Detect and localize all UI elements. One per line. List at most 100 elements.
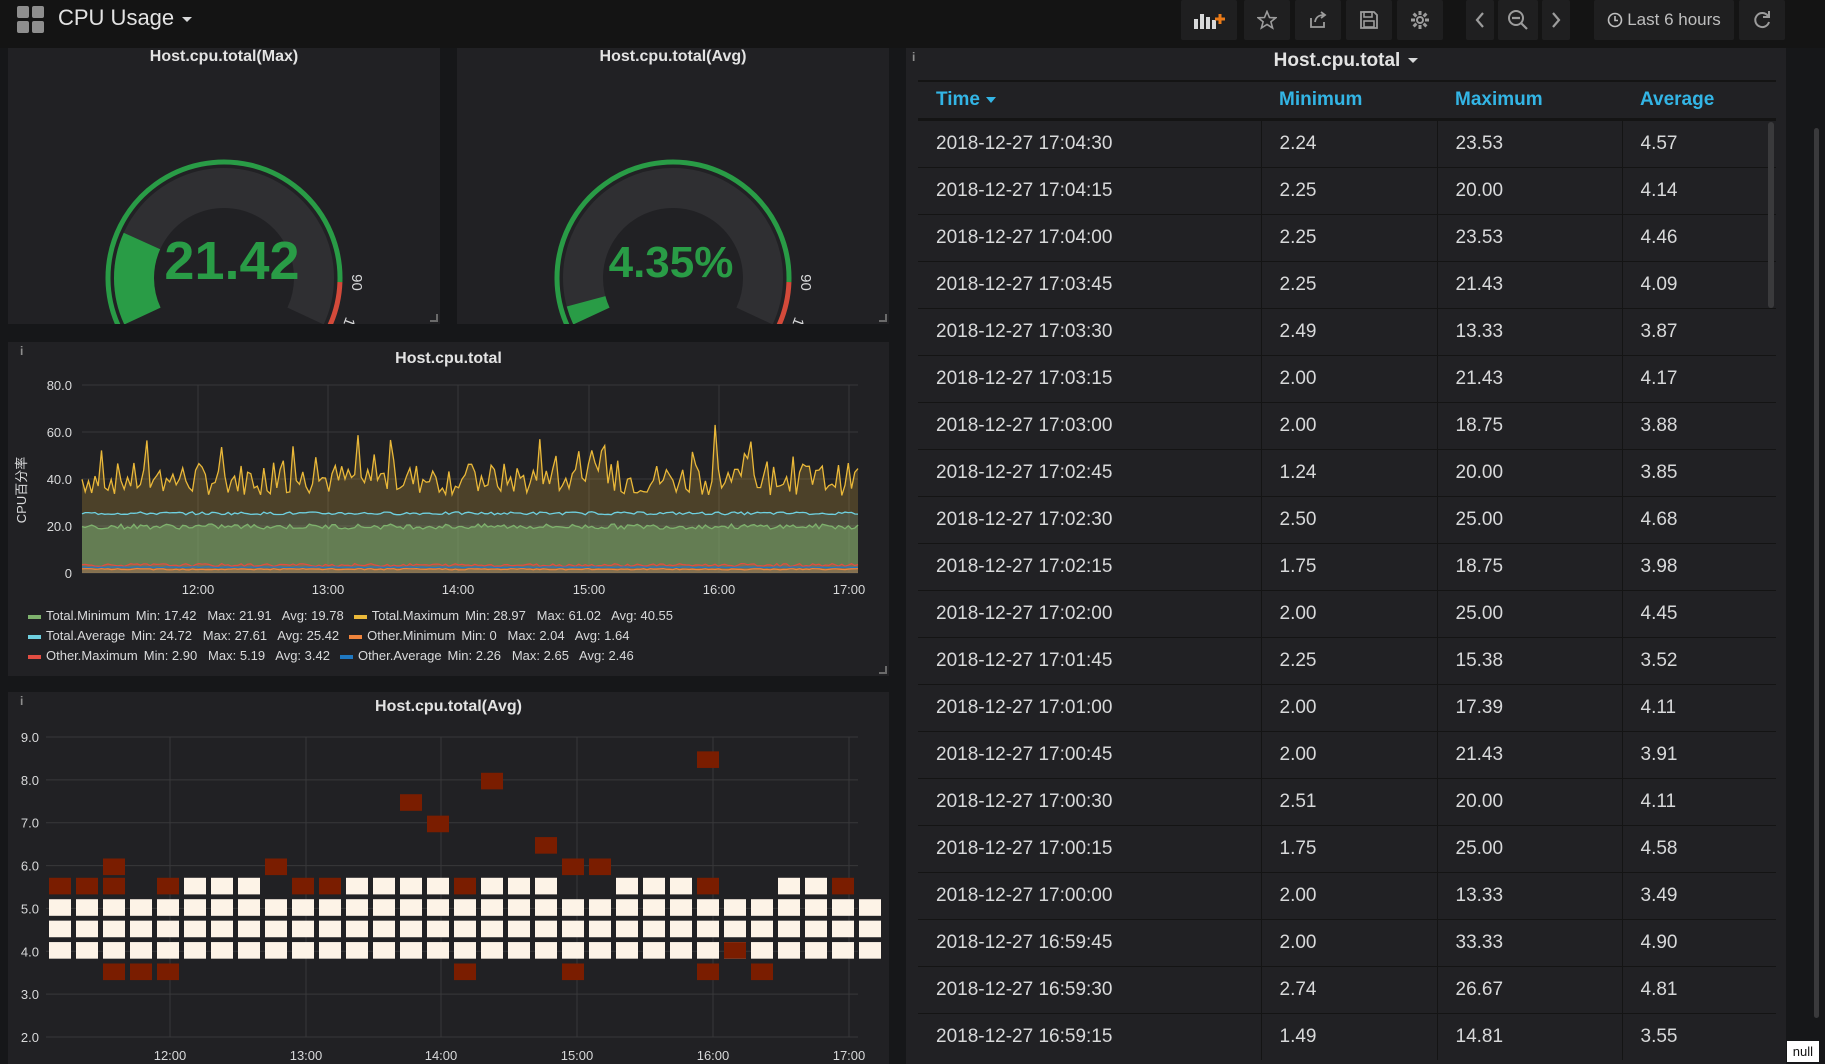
heatmap-cell: [535, 837, 557, 854]
heatmap-cell: [400, 942, 422, 959]
cell-time: 2018-12-27 17:00:30: [918, 778, 1262, 826]
table-row[interactable]: 2018-12-27 17:00:00 2.00 13.33 3.49: [918, 872, 1776, 920]
heatmap-cell: [778, 899, 800, 916]
heatmap-cell: [373, 942, 395, 959]
cell-time: 2018-12-27 17:04:15: [918, 167, 1262, 215]
column-header-average[interactable]: Average: [1622, 82, 1776, 121]
heatmap-cell: [265, 858, 287, 876]
heatmap-cell: [616, 877, 638, 895]
table-row[interactable]: 2018-12-27 17:03:30 2.49 13.33 3.87: [918, 308, 1776, 356]
heatmap-cell: [400, 877, 422, 895]
page-scrollbar[interactable]: [1814, 128, 1819, 1018]
null-tooltip: null: [1786, 1041, 1819, 1062]
heatmap-cell: [292, 942, 314, 959]
cell-minimum: 2.00: [1261, 731, 1438, 779]
heatmap-cell: [697, 920, 719, 938]
cell-time: 2018-12-27 17:01:45: [918, 637, 1262, 685]
heatmap-cell: [427, 815, 449, 833]
heatmap-cell: [373, 899, 395, 916]
table-row[interactable]: 2018-12-27 16:59:45 2.00 33.33 4.90: [918, 919, 1776, 967]
heatmap-cell: [859, 942, 881, 959]
table-row[interactable]: 2018-12-27 17:03:00 2.00 18.75 3.88: [918, 402, 1776, 450]
add-panel-icon: [1194, 14, 1225, 29]
share-button[interactable]: [1295, 0, 1341, 40]
heatmap-cell: [697, 963, 719, 981]
table-row[interactable]: 2018-12-27 17:00:15 1.75 25.00 4.58: [918, 825, 1776, 873]
save-button[interactable]: [1346, 0, 1392, 40]
data-table-wrapper[interactable]: Time Minimum Maximum Average 2018-12-27 …: [918, 82, 1776, 1064]
heatmap-cell: [670, 920, 692, 938]
cell-minimum: 2.00: [1261, 590, 1438, 638]
cell-average: 3.91: [1622, 731, 1776, 779]
table-row[interactable]: 2018-12-27 17:02:30 2.50 25.00 4.68: [918, 496, 1776, 544]
table-row[interactable]: 2018-12-27 17:02:15 1.75 18.75 3.98: [918, 543, 1776, 591]
time-back-button[interactable]: [1466, 0, 1494, 40]
caret-down-icon: [1408, 58, 1419, 64]
heatmap-cell: [670, 877, 692, 895]
table-scrollbar[interactable]: [1768, 122, 1774, 308]
table-row[interactable]: 2018-12-27 17:04:15 2.25 20.00 4.14: [918, 167, 1776, 215]
cell-minimum: 1.24: [1261, 449, 1438, 497]
star-button[interactable]: [1244, 0, 1290, 40]
table-row[interactable]: 2018-12-27 17:04:30 2.24 23.53 4.57: [918, 119, 1776, 168]
heatmap-cell: [562, 920, 584, 938]
table-row[interactable]: 2018-12-27 16:59:15 1.49 14.81 3.55: [918, 1013, 1776, 1060]
table-row[interactable]: 2018-12-27 17:03:45 2.25 21.43 4.09: [918, 261, 1776, 309]
cell-maximum: 21.43: [1437, 261, 1623, 309]
heatmap-cell: [103, 942, 125, 959]
x-tick-label: 16:00: [697, 1048, 730, 1063]
heatmap-cell: [535, 942, 557, 959]
time-forward-button[interactable]: [1542, 0, 1570, 40]
column-header-minimum[interactable]: Minimum: [1261, 82, 1437, 121]
heatmap-cell: [103, 920, 125, 938]
cpu-heatmap[interactable]: 9.0 8.0 7.0 6.0 5.0 4.0 3.0 2.0 12:00 13:00 14:00 1…: [0, 0, 900, 1064]
column-header-time[interactable]: Time: [918, 82, 1261, 121]
heatmap-cell: [670, 942, 692, 959]
save-icon: [1360, 11, 1378, 29]
zoom-out-button[interactable]: [1498, 0, 1538, 40]
table-row[interactable]: 2018-12-27 17:02:45 1.24 20.00 3.85: [918, 449, 1776, 497]
table-row[interactable]: 2018-12-27 17:03:15 2.00 21.43 4.17: [918, 355, 1776, 403]
time-range-picker[interactable]: Last 6 hours: [1594, 0, 1734, 40]
heatmap-cell: [454, 942, 476, 959]
table-row[interactable]: 2018-12-27 17:01:00 2.00 17.39 4.11: [918, 684, 1776, 732]
refresh-button[interactable]: [1739, 0, 1785, 40]
table-row[interactable]: 2018-12-27 17:04:00 2.25 23.53 4.46: [918, 214, 1776, 262]
cell-time: 2018-12-27 17:03:30: [918, 308, 1262, 356]
heatmap-cell: [562, 858, 584, 876]
heatmap-cell: [157, 963, 179, 981]
cell-time: 2018-12-27 17:03:15: [918, 355, 1262, 403]
heatmap-cell: [265, 920, 287, 938]
heatmap-cell: [508, 942, 530, 959]
heatmap-cell: [157, 877, 179, 895]
heatmap-cell: [130, 963, 152, 981]
heatmap-cell: [832, 920, 854, 938]
cell-maximum: 26.67: [1437, 966, 1623, 1014]
cell-maximum: 33.33: [1437, 919, 1623, 967]
heatmap-cell: [103, 858, 125, 876]
cell-time: 2018-12-27 17:02:45: [918, 449, 1262, 497]
table-row[interactable]: 2018-12-27 17:00:30 2.51 20.00 4.11: [918, 778, 1776, 826]
heatmap-cell: [751, 920, 773, 938]
settings-button[interactable]: [1397, 0, 1443, 40]
heatmap-cell: [697, 942, 719, 959]
heatmap-cell: [103, 899, 125, 916]
cell-minimum: 1.75: [1261, 825, 1438, 873]
cell-minimum: 2.51: [1261, 778, 1438, 826]
column-header-maximum[interactable]: Maximum: [1437, 82, 1622, 121]
table-row[interactable]: 2018-12-27 17:02:00 2.00 25.00 4.45: [918, 590, 1776, 638]
y-tick-label: 8.0: [21, 773, 39, 788]
table-row[interactable]: 2018-12-27 17:01:45 2.25 15.38 3.52: [918, 637, 1776, 685]
heatmap-cell: [157, 942, 179, 959]
add-panel-button[interactable]: [1181, 0, 1237, 40]
heatmap-cell: [238, 942, 260, 959]
heatmap-cell: [211, 899, 233, 916]
heatmap-cell: [535, 877, 557, 895]
table-row[interactable]: 2018-12-27 17:00:45 2.00 21.43 3.91: [918, 731, 1776, 779]
table-row[interactable]: 2018-12-27 16:59:30 2.74 26.67 4.81: [918, 966, 1776, 1014]
table-title-row[interactable]: Host.cpu.total: [906, 50, 1786, 72]
heatmap-cell: [427, 899, 449, 916]
cell-maximum: 21.43: [1437, 355, 1623, 403]
cell-maximum: 15.38: [1437, 637, 1623, 685]
y-tick-label: 9.0: [21, 730, 39, 745]
